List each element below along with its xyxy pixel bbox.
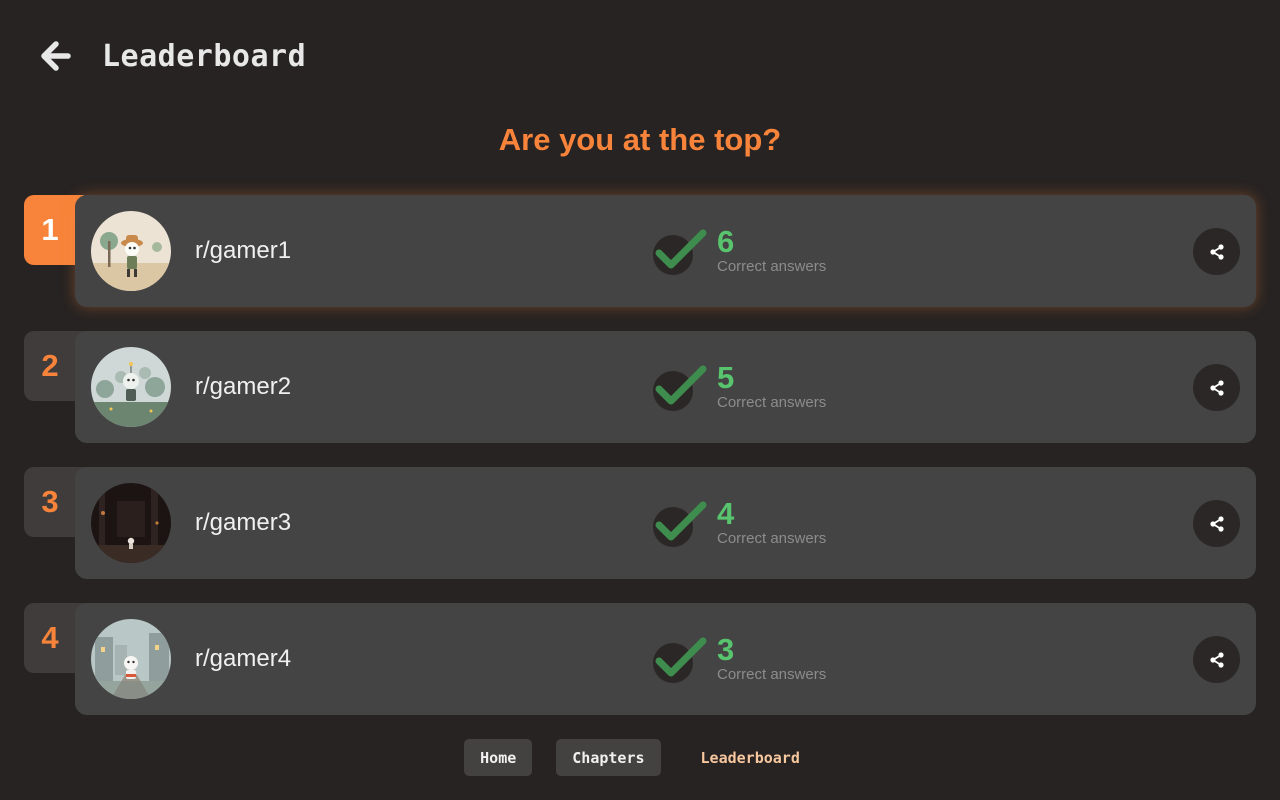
- score-display: 3 Correct answers: [651, 633, 871, 693]
- username: r/gamer1: [195, 237, 292, 264]
- avatar-desert-explorer-icon: [91, 211, 171, 291]
- leaderboard-row: 1 r/gamer1 6 Correct answers: [24, 195, 1256, 307]
- share-button[interactable]: [1193, 636, 1240, 683]
- avatar: [91, 211, 171, 291]
- avatar-misty-forest-icon: [91, 347, 171, 427]
- nav-leaderboard-button[interactable]: Leaderboard: [685, 739, 816, 776]
- score-label: Correct answers: [717, 530, 827, 547]
- player-card: r/gamer3 4 Correct answers: [75, 467, 1256, 579]
- leaderboard-row: 3 r/gamer3 4 Correct answers: [24, 467, 1256, 579]
- score-label: Correct answers: [717, 394, 827, 411]
- score-display: 5 Correct answers: [651, 361, 871, 421]
- avatar: [91, 347, 171, 427]
- avatar-dark-forest-icon: [91, 483, 171, 563]
- bottom-nav: Home Chapters Leaderboard: [0, 739, 1280, 776]
- share-button[interactable]: [1193, 500, 1240, 547]
- score-value: 3: [717, 632, 735, 667]
- checkmark-icon: [653, 229, 707, 275]
- checkmark-icon: [653, 365, 707, 411]
- page-subtitle: Are you at the top?: [498, 122, 782, 157]
- share-icon: [1209, 515, 1224, 532]
- score-value: 5: [717, 360, 735, 395]
- username: r/gamer2: [195, 373, 292, 400]
- checkmark-icon: [653, 501, 707, 547]
- score-display: 6 Correct answers: [651, 225, 871, 285]
- share-icon: [1209, 651, 1224, 668]
- checkmark-icon: [653, 637, 707, 683]
- share-icon: [1209, 243, 1224, 260]
- nav-chapters-button[interactable]: Chapters: [556, 739, 661, 776]
- avatar: [91, 483, 171, 563]
- page-title: Leaderboard: [102, 38, 307, 74]
- arrow-left-icon: [41, 41, 71, 71]
- avatar-village-street-icon: [91, 619, 171, 699]
- nav-home-button[interactable]: Home: [464, 739, 533, 776]
- leaderboard-row: 2 r/gamer2 5 Correct answers: [24, 331, 1256, 443]
- score-label: Correct answers: [717, 666, 827, 683]
- leaderboard-row: 4 r/gamer4 3 Correct answers: [24, 603, 1256, 715]
- player-card: r/gamer4 3 Correct answers: [75, 603, 1256, 715]
- player-card: r/gamer2 5 Correct answers: [75, 331, 1256, 443]
- username: r/gamer4: [195, 645, 292, 672]
- share-icon: [1209, 379, 1224, 396]
- player-card: r/gamer1 6 Correct answers: [75, 195, 1256, 307]
- score-display: 4 Correct answers: [651, 497, 871, 557]
- share-button[interactable]: [1193, 228, 1240, 275]
- username: r/gamer3: [195, 509, 292, 536]
- score-value: 4: [717, 496, 735, 531]
- share-button[interactable]: [1193, 364, 1240, 411]
- header: Leaderboard: [38, 36, 306, 76]
- back-button[interactable]: [38, 39, 72, 73]
- score-value: 6: [717, 224, 735, 259]
- avatar: [91, 619, 171, 699]
- leaderboard-list: 1 r/gamer1 6 Correct answers 2 r/gamer2 …: [24, 195, 1256, 739]
- score-label: Correct answers: [717, 258, 827, 275]
